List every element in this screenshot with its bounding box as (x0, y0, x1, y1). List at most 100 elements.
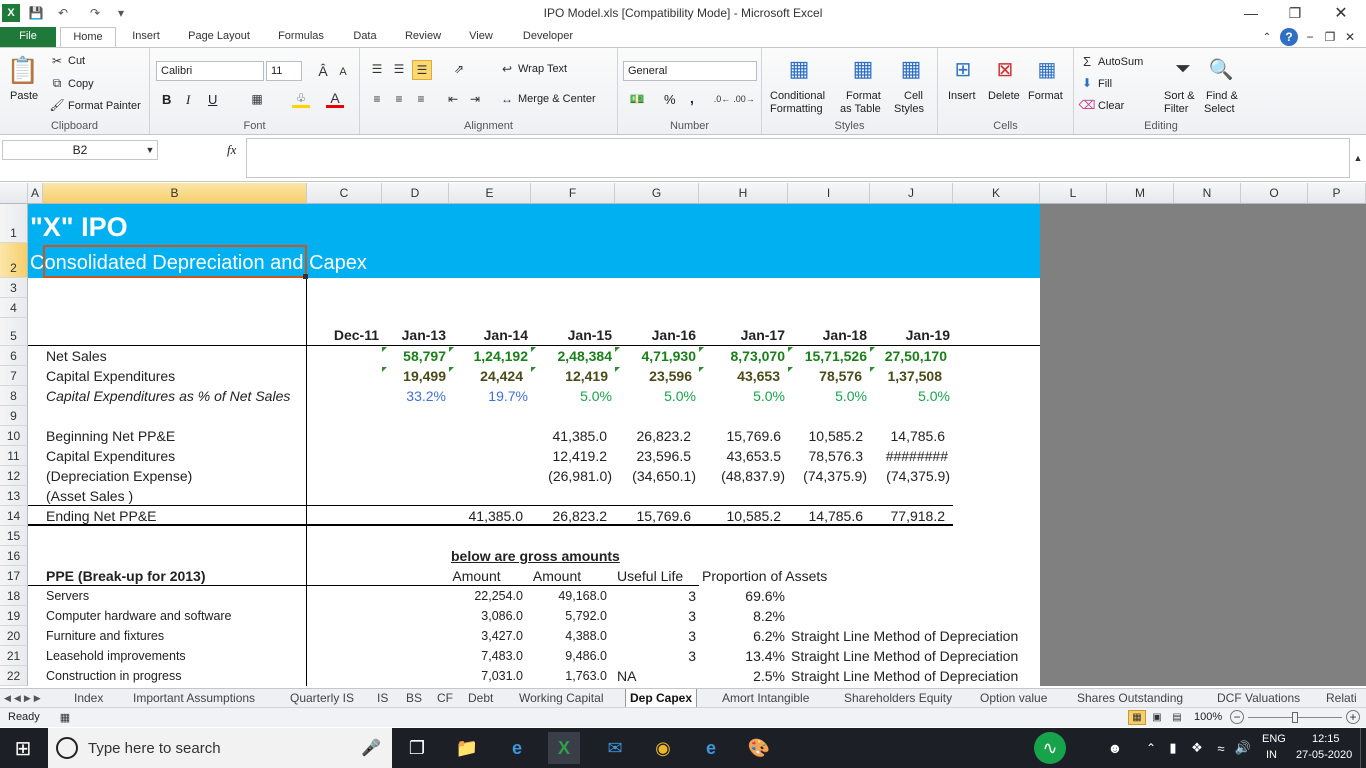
find-select-label[interactable]: Find & (1206, 90, 1238, 102)
row-header-14[interactable]: 14 (0, 506, 28, 526)
column-header-f[interactable]: F (531, 183, 615, 204)
percent-button[interactable]: % (664, 92, 676, 107)
paste-icon[interactable]: 📋 (7, 54, 39, 86)
font-size-select[interactable]: 11 (266, 61, 302, 81)
row-header-3[interactable]: 3 (0, 278, 28, 298)
increase-decimal-icon[interactable]: .0← (712, 90, 732, 108)
conditional-formatting-label-2[interactable]: Formatting (770, 103, 823, 115)
page-break-view-icon[interactable]: ▤ (1168, 710, 1186, 725)
column-header-o[interactable]: O (1241, 183, 1308, 204)
column-header-n[interactable]: N (1174, 183, 1241, 204)
borders-icon[interactable]: ▦ (248, 90, 266, 108)
comma-button[interactable]: , (690, 90, 694, 106)
window-restore-icon[interactable]: ❐ (1322, 29, 1338, 45)
cell-styles-label-2[interactable]: Styles (894, 103, 924, 115)
row-header-21[interactable]: 21 (0, 646, 28, 666)
conditional-formatting-label[interactable]: Conditional (770, 90, 825, 102)
show-desktop-button[interactable] (1360, 728, 1366, 768)
tab-home[interactable]: Home (60, 27, 116, 48)
row-header-20[interactable]: 20 (0, 626, 28, 646)
format-as-table-label[interactable]: Format (846, 90, 881, 102)
format-as-table-label-2[interactable]: as Table (840, 103, 881, 115)
italic-button[interactable]: I (186, 92, 190, 108)
orientation-icon[interactable]: ⇗ (448, 60, 470, 78)
tab-review[interactable]: Review (396, 27, 450, 47)
bold-button[interactable]: B (162, 92, 171, 107)
align-center-icon[interactable]: ≡ (390, 90, 408, 108)
sheet-tab-amort-intangible[interactable]: Amort Intangible (722, 689, 809, 707)
sheet-tab-working-capital[interactable]: Working Capital (519, 689, 603, 707)
fill-button[interactable]: Fill (1098, 78, 1112, 90)
row-header-12[interactable]: 12 (0, 466, 28, 486)
sheet-tab-quarterly-is[interactable]: Quarterly IS (290, 689, 354, 707)
column-header-m[interactable]: M (1107, 183, 1174, 204)
sheet-tab-index[interactable]: Index (74, 689, 103, 707)
taskbar-search-placeholder[interactable]: Type here to search (88, 740, 221, 757)
internet-explorer-icon[interactable]: e (696, 734, 726, 762)
tab-formulas[interactable]: Formulas (268, 27, 334, 47)
language-code[interactable]: ENG (1262, 733, 1286, 745)
help-icon[interactable]: ? (1280, 28, 1298, 46)
column-header-d[interactable]: D (382, 183, 449, 204)
column-header-j[interactable]: J (870, 183, 953, 204)
column-header-k[interactable]: K (953, 183, 1040, 204)
format-cells-button[interactable]: Format (1028, 90, 1063, 102)
macro-record-icon[interactable]: ▦ (56, 710, 74, 724)
column-header-p[interactable]: P (1308, 183, 1366, 204)
sort-filter-label[interactable]: Sort & (1164, 90, 1195, 102)
underline-button[interactable]: U (208, 92, 217, 107)
align-bottom-icon[interactable]: ☰ (412, 60, 432, 80)
format-painter-button[interactable]: Format Painter (68, 100, 141, 112)
align-left-icon[interactable]: ≡ (368, 90, 386, 108)
align-middle-icon[interactable]: ☰ (390, 60, 408, 78)
sheet-tab-cf[interactable]: CF (437, 689, 453, 707)
zoom-out-icon[interactable]: − (1230, 710, 1244, 724)
column-header-l[interactable]: L (1040, 183, 1107, 204)
column-header-c[interactable]: C (307, 183, 382, 204)
row-header-18[interactable]: 18 (0, 586, 28, 606)
sheet-nav-arrows-icon[interactable]: ◀◀▶▶ (4, 691, 60, 705)
health-monitor-icon[interactable]: ∿ (1034, 732, 1066, 764)
clock-time[interactable]: 12:15 (1312, 733, 1340, 745)
name-box-dropdown-icon[interactable]: ▼ (144, 142, 156, 158)
minimize-icon[interactable]: — (1236, 3, 1266, 23)
delete-cells-button[interactable]: Delete (988, 90, 1020, 102)
row-header-17[interactable]: 17 (0, 566, 28, 586)
excel-taskbar-icon[interactable]: X (548, 732, 580, 764)
row-header-7[interactable]: 7 (0, 366, 28, 386)
selected-cell-b2[interactable] (43, 245, 307, 278)
cut-button[interactable]: Cut (68, 55, 85, 67)
page-layout-view-icon[interactable]: ▣ (1148, 710, 1166, 725)
fill-color-icon[interactable]: ♧ (292, 90, 310, 108)
tab-view[interactable]: View (458, 27, 504, 47)
row-header-11[interactable]: 11 (0, 446, 28, 466)
sheet-tab-option-value[interactable]: Option value (980, 689, 1047, 707)
file-explorer-icon[interactable]: 📁 (452, 734, 482, 762)
number-format-select[interactable]: General (623, 61, 757, 81)
column-header-i[interactable]: I (788, 183, 870, 204)
clock-date[interactable]: 27-05-2020 (1296, 749, 1352, 761)
cell-styles-label[interactable]: Cell (904, 90, 923, 102)
decrease-indent-icon[interactable]: ⇤ (444, 90, 462, 108)
mail-icon[interactable]: ✉ (600, 734, 630, 762)
column-header-e[interactable]: E (449, 183, 531, 204)
row-header-16[interactable]: 16 (0, 546, 28, 566)
row-header-13[interactable]: 13 (0, 486, 28, 506)
fill-handle[interactable] (303, 274, 308, 279)
sheet-tab-is[interactable]: IS (377, 689, 388, 707)
insert-function-button[interactable]: fx (227, 142, 236, 158)
chrome-icon[interactable]: ◉ (648, 734, 678, 762)
tab-developer[interactable]: Developer (512, 27, 584, 47)
column-header-h[interactable]: H (699, 183, 788, 204)
font-name-select[interactable]: Calibri (156, 61, 264, 81)
window-close-icon[interactable]: ✕ (1342, 29, 1358, 45)
close-icon[interactable]: ✕ (1326, 3, 1356, 23)
select-all-corner[interactable] (0, 183, 28, 204)
find-select-label-2[interactable]: Select (1204, 103, 1235, 115)
row-header-19[interactable]: 19 (0, 606, 28, 626)
autosum-button[interactable]: AutoSum (1098, 56, 1143, 68)
formula-input[interactable] (246, 138, 1350, 178)
row-header-9[interactable]: 9 (0, 406, 28, 426)
sheet-tab-bs[interactable]: BS (406, 689, 422, 707)
decrease-decimal-icon[interactable]: .00→ (733, 90, 755, 108)
